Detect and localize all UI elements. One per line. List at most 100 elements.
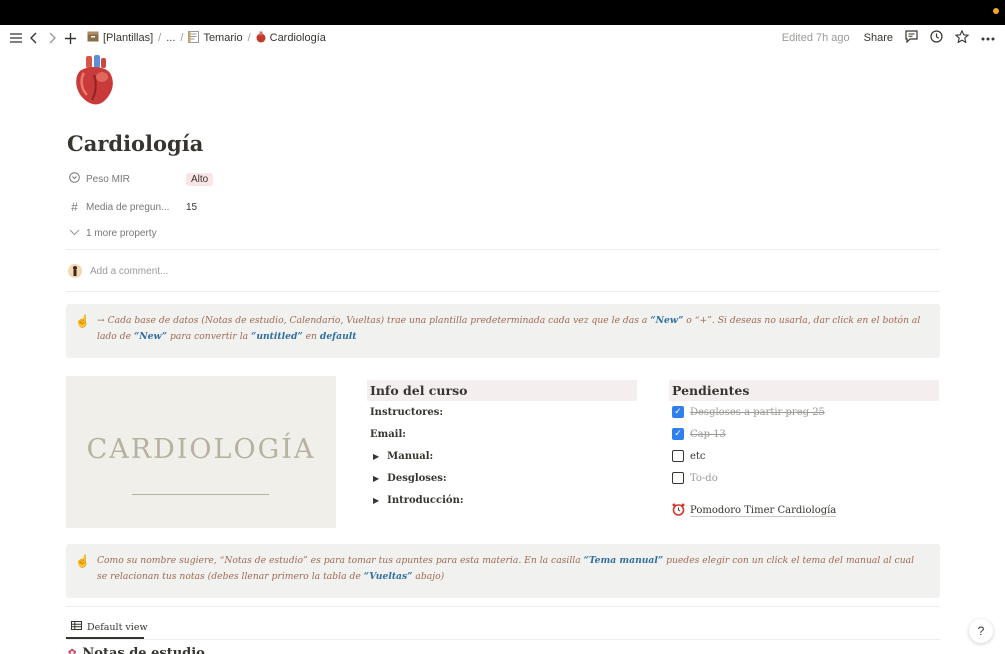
property-media-preguntas[interactable]: # Media de pregun... 15 [69, 197, 197, 217]
callout-notes: ☝ Como su nombre sugiere, “Notas de estu… [66, 544, 940, 598]
cover-banner-image: CARDIOLOGÍA [66, 376, 336, 528]
chevron-down-icon [69, 228, 80, 239]
comment-box[interactable]: Add a comment... [68, 264, 168, 278]
callout-text: Como su nombre sugiere, “Notas de estudi… [97, 555, 584, 566]
property-peso-mir[interactable]: Peso MIR Alto [69, 169, 214, 189]
triangle-right-icon: ▶ [373, 495, 380, 505]
folder-box-icon [87, 31, 99, 45]
status-dot [993, 8, 999, 14]
comment-placeholder: Add a comment... [90, 265, 169, 277]
more-properties-toggle[interactable]: 1 more property [69, 223, 157, 243]
banner-underline [132, 494, 269, 495]
breadcrumb-label: Cardiología [269, 32, 326, 44]
todo-placeholder[interactable]: To-do [690, 473, 718, 484]
breadcrumb: [Plantillas] / ... / Temario / Cardiolog… [87, 30, 326, 46]
toggle-label: Manual: [387, 450, 434, 462]
breadcrumb-cardiologia[interactable]: Cardiología [256, 31, 326, 46]
divider [66, 291, 940, 292]
callout-bold: “New” [134, 331, 168, 342]
callout-bold: “Vueltas” [363, 571, 413, 582]
property-label: Media de pregun... [86, 201, 170, 213]
breadcrumb-temario[interactable]: Temario [188, 30, 243, 46]
edited-timestamp: Edited 7h ago [781, 32, 850, 44]
property-label: Peso MIR [86, 173, 130, 185]
forward-icon[interactable] [43, 29, 61, 47]
pendientes-column: Pendientes ✓ Desgloses a partir preg 25 ✓… [669, 380, 939, 522]
todo-item: ✓ Cap 13 [669, 423, 939, 445]
property-name: Peso MIR [69, 172, 186, 186]
more-options-icon[interactable] [981, 32, 995, 44]
breadcrumb-label: Temario [203, 32, 243, 44]
pomodoro-link[interactable]: Pomodoro Timer Cardiología [669, 500, 939, 522]
help-button[interactable]: ? [969, 619, 993, 643]
comments-icon[interactable] [905, 30, 918, 46]
topbar-actions: Edited 7h ago Share [782, 25, 995, 51]
callout-text: en [302, 331, 320, 342]
breadcrumb-label: ... [166, 32, 176, 44]
avatar [68, 264, 82, 278]
breadcrumb-label: [Plantillas] [103, 32, 154, 44]
todo-label[interactable]: Desgloses a partir preg 25 [690, 407, 825, 418]
banner-title: CARDIOLOGÍA [86, 434, 316, 465]
pendientes-heading: Pendientes [669, 380, 939, 401]
triangle-right-icon: ▶ [373, 473, 380, 483]
todo-item: To-do [669, 467, 939, 489]
breadcrumb-ellipsis[interactable]: ... [166, 32, 175, 44]
todo-item: ✓ Desgloses a partir preg 25 [669, 401, 939, 423]
pomodoro-link-label: Pomodoro Timer Cardiología [690, 505, 837, 517]
callout-text: para convertir la [167, 331, 252, 342]
callout-bold: “Tema manual” [583, 555, 664, 566]
anatomical-heart-icon[interactable] [72, 55, 118, 107]
property-name: # Media de pregun... [69, 200, 186, 214]
tab-default-view[interactable]: Default view [66, 616, 153, 638]
database-title[interactable]: ✿ Notas de estudio [68, 646, 205, 654]
callout-templates: ☝ → Cada base de datos (Notas de estudio… [66, 304, 940, 358]
checkbox-unchecked[interactable] [672, 472, 684, 484]
tab-label: Default view [87, 621, 148, 633]
divider [66, 639, 940, 640]
info-heading: Info del curso [367, 380, 637, 401]
property-value-tag[interactable]: Alto [186, 172, 214, 186]
callout-bold: “New” [650, 315, 684, 326]
table-icon [71, 621, 82, 633]
top-bar: [Plantillas] / ... / Temario / Cardiolog… [0, 25, 1005, 51]
email-label: Email: [370, 428, 406, 440]
todo-label[interactable]: etc [690, 451, 706, 462]
back-icon[interactable] [25, 29, 43, 47]
property-value[interactable]: 15 [186, 202, 197, 213]
breadcrumb-plantillas[interactable]: [Plantillas] [87, 31, 153, 45]
toggle-manual[interactable]: ▶ Manual: [367, 445, 637, 467]
flower-icon: ✿ [68, 648, 77, 654]
number-icon: # [71, 200, 78, 214]
divider [66, 606, 940, 607]
system-bar [0, 0, 1005, 25]
todo-label[interactable]: Cap 13 [690, 429, 726, 440]
toggle-desgloses[interactable]: ▶ Desgloses: [367, 467, 637, 489]
select-icon [69, 172, 80, 186]
callout-bold: “untitled” [251, 331, 303, 342]
checkbox-checked[interactable]: ✓ [672, 406, 684, 418]
callout-bold: default [319, 331, 357, 342]
toggle-label: Introducción: [387, 494, 464, 506]
pointing-hand-icon: ☝ [75, 314, 90, 328]
callout-text: → Cada base de datos (Notas de estudio, … [97, 315, 651, 326]
callout-text: abajo) [412, 571, 445, 582]
share-button[interactable]: Share [864, 32, 893, 44]
triangle-right-icon: ▶ [373, 451, 380, 461]
history-icon[interactable] [930, 30, 943, 46]
page-title[interactable]: Cardiología [67, 131, 203, 156]
alarm-clock-icon [672, 503, 685, 519]
database-title-label: Notas de estudio [82, 646, 205, 654]
info-column: Info del curso Instructores: Email: ▶ Man… [367, 380, 637, 511]
toggle-label: Desgloses: [387, 472, 447, 484]
toggle-introduccion[interactable]: ▶ Introducción: [367, 489, 637, 511]
checkbox-unchecked[interactable] [672, 450, 684, 462]
favorite-star-icon[interactable] [954, 29, 970, 46]
todo-item: etc [669, 445, 939, 467]
sidebar-menu-icon[interactable] [7, 29, 25, 47]
notebook-icon [188, 30, 200, 46]
checkbox-checked[interactable]: ✓ [672, 428, 684, 440]
new-page-icon[interactable] [61, 29, 79, 47]
pointing-hand-icon: ☝ [75, 554, 90, 568]
instructores-label: Instructores: [370, 406, 444, 418]
